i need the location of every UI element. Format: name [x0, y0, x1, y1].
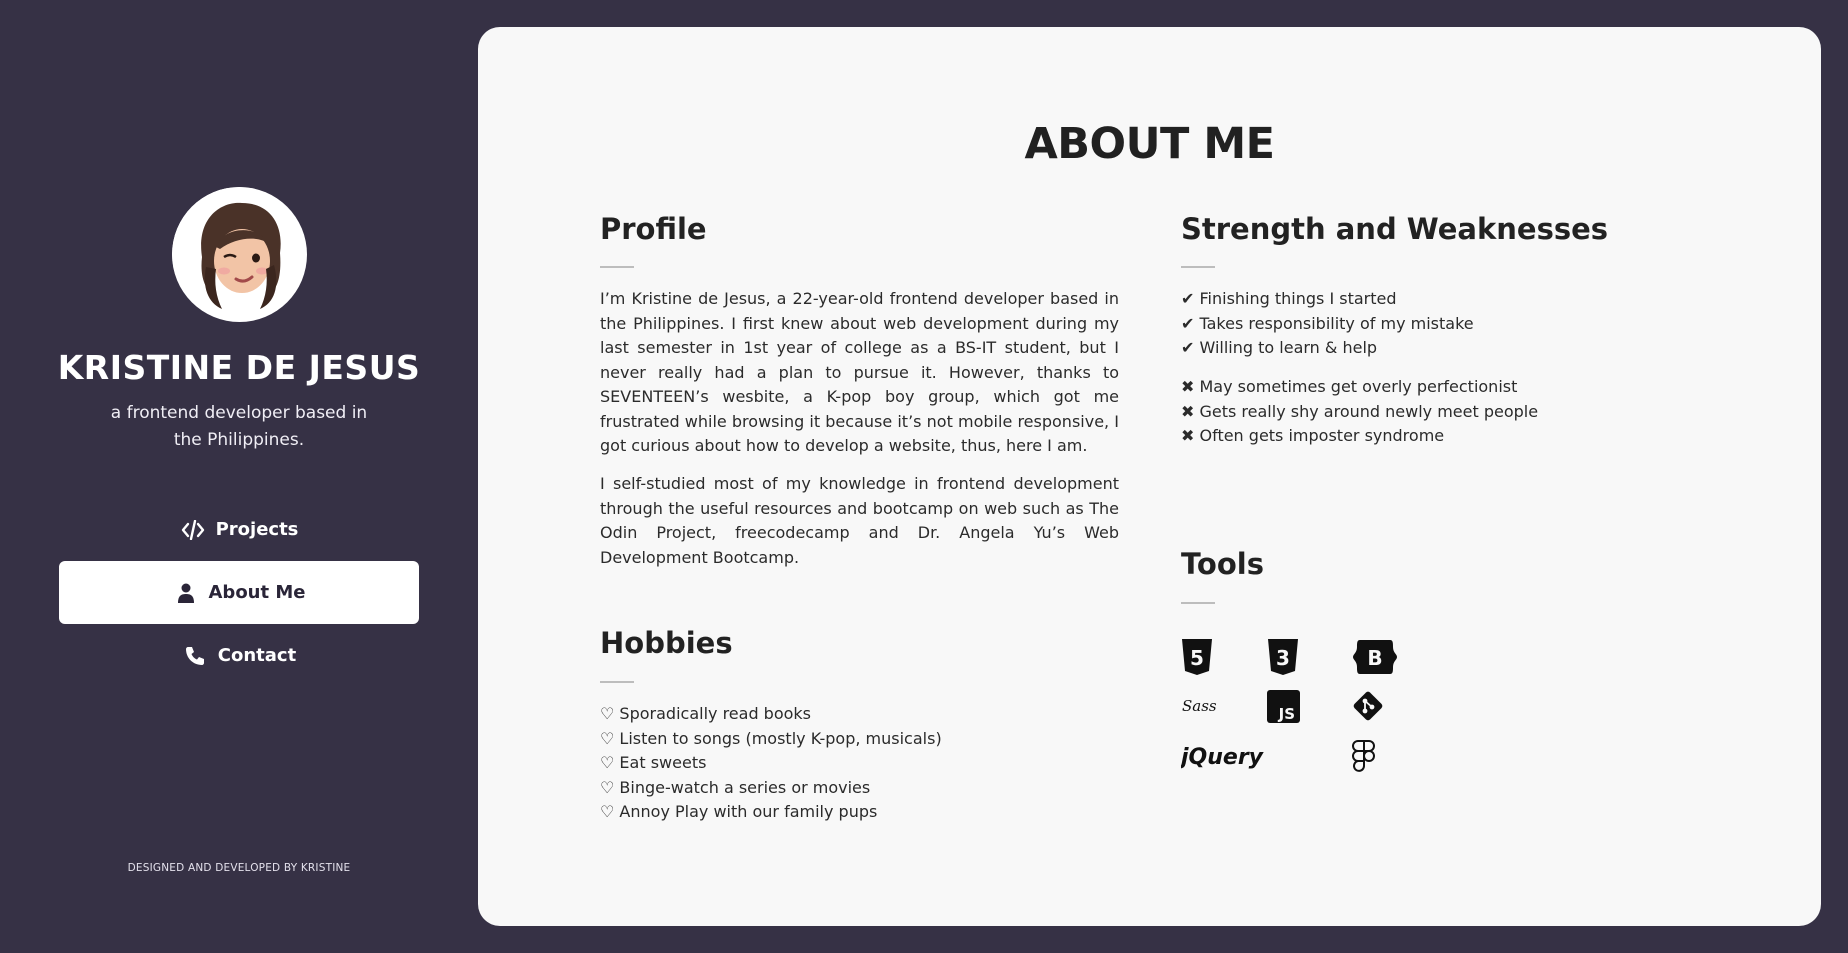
- nav-projects[interactable]: Projects: [59, 498, 419, 561]
- sass-icon: Sass: [1181, 691, 1219, 719]
- footer-credit: DESIGNED AND DEVELOPED BY KRISTINE: [127, 862, 351, 874]
- list-item: ✖ May sometimes get overly perfectionist: [1181, 377, 1518, 396]
- svg-text:3: 3: [1276, 646, 1290, 670]
- list-item: ♡ Eat sweets: [600, 753, 707, 772]
- list-item: ♡ Listen to songs (mostly K-pop, musical…: [600, 728, 942, 748]
- hobbies-list: ♡ Sporadically read books ♡ Listen to so…: [600, 702, 942, 825]
- user-icon: [173, 582, 199, 604]
- svg-text:jQuery: jQuery: [1181, 745, 1265, 770]
- nav-projects-label: Projects: [215, 519, 299, 540]
- list-item: ✖ Gets really shy around newly meet peop…: [1181, 401, 1539, 421]
- hobbies-divider: [600, 681, 634, 683]
- profile-heading: Profile: [600, 212, 707, 246]
- html5-icon: 5: [1181, 638, 1213, 676]
- strengths-list: ✔ Finishing things I started ✔ Takes res…: [1181, 287, 1474, 361]
- list-item: ✔ Takes responsibility of my mistake: [1181, 313, 1474, 333]
- nav-about-me-label: About Me: [208, 582, 306, 603]
- page-title: ABOUT ME: [1024, 119, 1276, 169]
- list-item: ✖ Often gets imposter syndrome: [1181, 426, 1445, 445]
- memoji-avatar-icon: [172, 187, 306, 321]
- svg-text:JS: JS: [1278, 705, 1295, 723]
- list-item: ♡ Sporadically read books: [600, 704, 812, 723]
- git-icon: [1352, 690, 1384, 722]
- css3-icon: 3: [1267, 638, 1299, 676]
- hobbies-heading: Hobbies: [600, 626, 733, 660]
- phone-icon: [182, 645, 208, 667]
- nav-contact[interactable]: Contact: [59, 624, 419, 687]
- tools-divider: [1181, 602, 1215, 604]
- svg-text:Sass: Sass: [1182, 697, 1217, 715]
- svg-text:B: B: [1367, 646, 1382, 670]
- bootstrap-icon: B: [1352, 639, 1398, 675]
- profile-paragraph-1: I’m Kristine de Jesus, a 22-year-old fro…: [600, 289, 1119, 455]
- about-panel: ABOUT ME Profile I’m Kristine de Jesus, …: [478, 27, 1821, 926]
- list-item: ✔ Finishing things I started: [1181, 289, 1397, 308]
- list-item: ♡ Annoy Play with our family pups: [600, 802, 878, 821]
- weaknesses-list: ✖ May sometimes get overly perfectionist…: [1181, 375, 1538, 449]
- list-item: ✔ Willing to learn & help: [1181, 338, 1378, 357]
- profile-divider: [600, 266, 634, 268]
- code-icon: [180, 519, 206, 541]
- avatar: [172, 187, 307, 322]
- list-item: ♡ Binge-watch a series or movies: [600, 777, 871, 797]
- strengths-divider: [1181, 266, 1215, 268]
- tools-heading: Tools: [1181, 547, 1264, 581]
- developer-name: KRISTINE DE JESUS: [57, 348, 421, 387]
- nav-about-me[interactable]: About Me: [59, 561, 419, 624]
- strengths-heading: Strength and Weaknesses: [1181, 212, 1609, 246]
- svg-text:5: 5: [1190, 646, 1204, 670]
- javascript-icon: JS: [1267, 690, 1300, 723]
- sidebar: KRISTINE DE JESUS a frontend developer b…: [0, 0, 478, 953]
- figma-icon: [1352, 740, 1376, 774]
- jquery-icon: jQuery: [1181, 742, 1273, 772]
- profile-paragraph-2: I self-studied most of my knowledge in f…: [600, 474, 1119, 567]
- tagline: a frontend developer based in the Philip…: [110, 403, 368, 450]
- nav-contact-label: Contact: [217, 645, 297, 666]
